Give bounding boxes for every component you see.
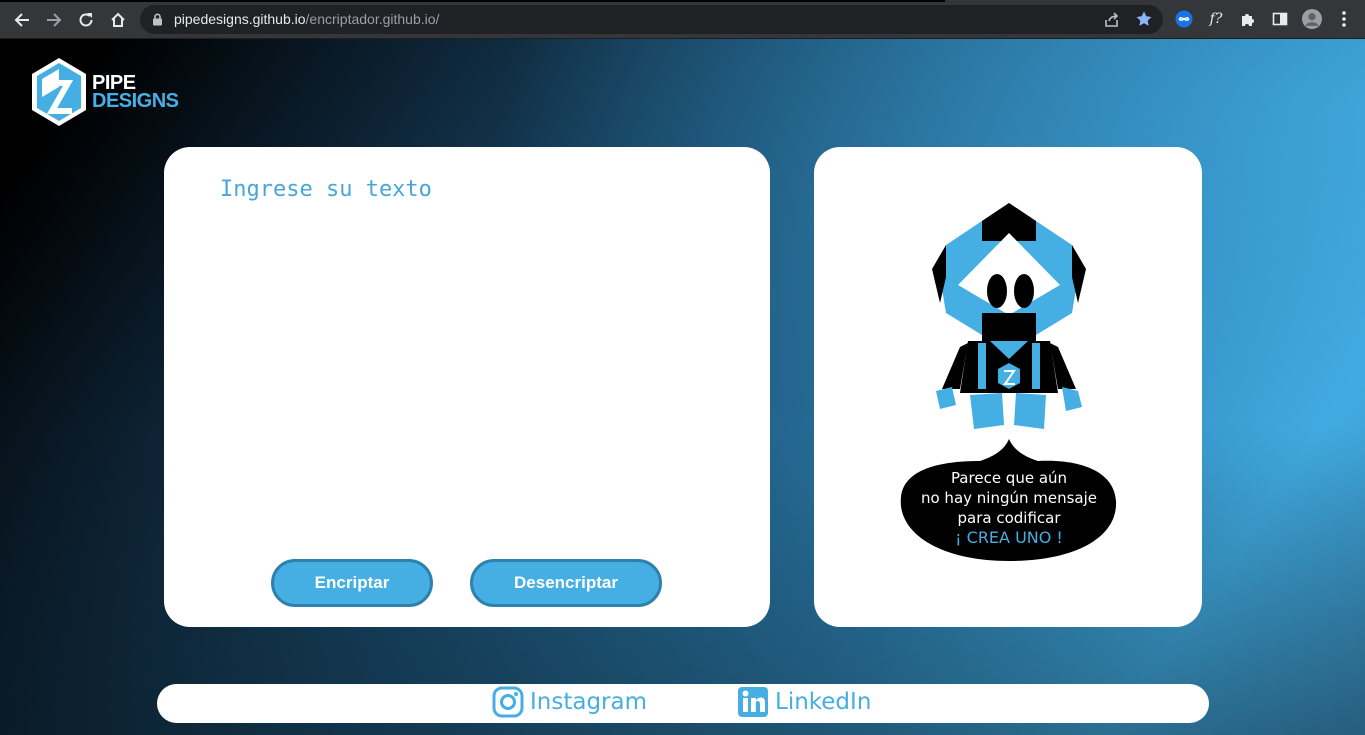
instagram-link[interactable]: Instagram	[492, 686, 647, 718]
address-bar[interactable]: pipedesigns.github.io/encriptador.github…	[140, 5, 1163, 34]
text-input[interactable]	[220, 177, 720, 507]
message-line-3: para codificar	[957, 509, 1061, 527]
url-path: /encriptador.github.io/	[305, 11, 440, 27]
bookmark-star-icon[interactable]	[1135, 10, 1153, 33]
linkedin-label: LinkedIn	[775, 689, 872, 715]
instagram-label: Instagram	[530, 689, 648, 715]
browser-toolbar: pipedesigns.github.io/encriptador.github…	[0, 0, 1365, 39]
lock-icon[interactable]	[152, 13, 163, 31]
url-text[interactable]: pipedesigns.github.io/encriptador.github…	[174, 11, 439, 27]
page-viewport: PIPE DESIGNS Encriptar Desencriptar	[0, 39, 1365, 735]
social-footer: Instagram LinkedIn	[157, 684, 1209, 723]
input-card: Encriptar Desencriptar	[164, 147, 770, 627]
message-line-2: no hay ningún mensaje	[920, 489, 1098, 507]
logo-hexagon-icon	[32, 58, 86, 126]
linkedin-link[interactable]: LinkedIn	[737, 686, 871, 718]
extension-fx-icon[interactable]: f?	[1206, 9, 1226, 29]
instagram-icon	[492, 686, 524, 718]
message-line-1: Parece que aún	[950, 469, 1068, 487]
encrypt-button[interactable]: Encriptar	[271, 559, 433, 607]
share-icon[interactable]	[1103, 11, 1120, 33]
pipe-designs-logo[interactable]: PIPE DESIGNS	[30, 57, 179, 127]
sidepanel-icon[interactable]	[1270, 9, 1290, 29]
output-card: Parece que aún no hay ningún mensaje par…	[814, 147, 1202, 627]
profile-avatar[interactable]	[1302, 9, 1322, 29]
reload-icon[interactable]	[75, 9, 97, 31]
puzzle-icon[interactable]	[1238, 9, 1258, 29]
url-host: pipedesigns.github.io	[174, 11, 306, 27]
decrypt-button[interactable]: Desencriptar	[470, 559, 662, 607]
logo-wordmark: PIPE DESIGNS	[92, 73, 179, 112]
forward-icon[interactable]	[43, 9, 65, 31]
robot-mascot-illustration	[932, 203, 1086, 429]
logo-line-designs: DESIGNS	[92, 90, 179, 112]
home-icon[interactable]	[107, 9, 129, 31]
menu-kebab-icon[interactable]	[1334, 9, 1354, 29]
linkedin-icon	[738, 687, 768, 717]
tab-strip-edge	[0, 0, 945, 2]
create-one-cta: ¡ CREA UNO !	[955, 528, 1063, 547]
empty-message-text: Parece que aún no hay ningún mensaje par…	[900, 468, 1118, 548]
back-icon[interactable]	[11, 9, 33, 31]
extension-infinity-icon[interactable]	[1174, 9, 1194, 29]
